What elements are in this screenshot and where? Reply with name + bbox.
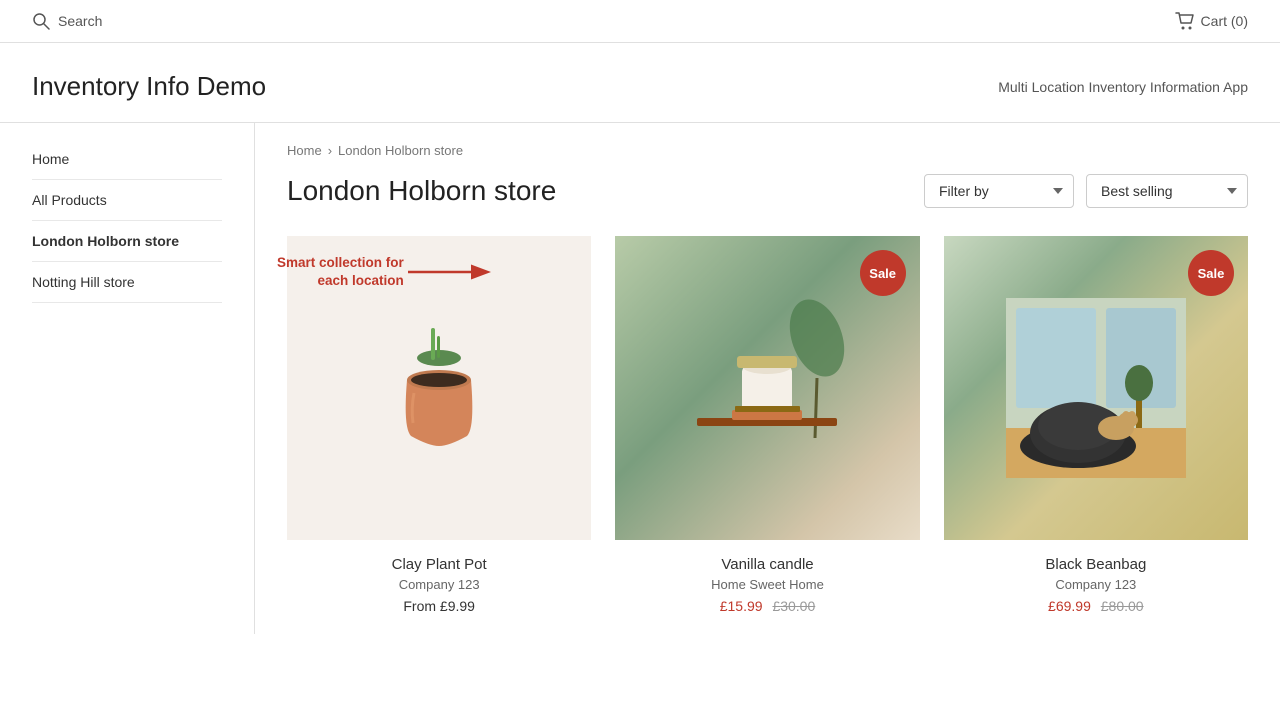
breadcrumb-separator: ›: [328, 143, 332, 158]
cart-button[interactable]: Cart (0): [1175, 12, 1248, 30]
product-card-beanbag[interactable]: Sale Black Beanbag Company 123 £69.99 £8…: [944, 236, 1248, 614]
price-original-candle: £30.00: [772, 598, 815, 614]
search-label: Search: [58, 13, 102, 29]
cart-label: Cart (0): [1201, 13, 1248, 29]
filter-controls: Filter by Best selling Price: Low to Hig…: [924, 174, 1248, 208]
cart-icon: [1175, 12, 1195, 30]
sidebar-item-london-holborn[interactable]: London Holborn store: [32, 221, 222, 262]
store-name: Inventory Info Demo: [32, 71, 266, 102]
search-button[interactable]: Search: [32, 12, 102, 30]
breadcrumb-home[interactable]: Home: [287, 143, 322, 158]
sidebar-item-home[interactable]: Home: [32, 143, 222, 180]
product-name-candle: Vanilla candle: [615, 556, 919, 573]
product-card-vanilla-candle[interactable]: Sale Vanilla candle Home Sweet Home £15.…: [615, 236, 919, 614]
product-name-clay-pot: Clay Plant Pot: [287, 556, 591, 573]
product-vendor-candle: Home Sweet Home: [615, 577, 919, 592]
candle-illustration: [677, 298, 857, 478]
collection-title: London Holborn store: [287, 175, 556, 207]
breadcrumb-current: London Holborn store: [338, 143, 463, 158]
products-grid: Smart collection foreach location: [287, 236, 1248, 614]
search-icon: [32, 12, 50, 30]
product-image-vanilla-candle: Sale: [615, 236, 919, 540]
filter-by-select[interactable]: Filter by: [924, 174, 1074, 208]
site-header: Search Cart (0): [0, 0, 1280, 43]
product-image-clay-pot: [287, 236, 591, 540]
price-sale-candle: £15.99: [720, 598, 763, 614]
sort-by-select[interactable]: Best selling Price: Low to High Price: H…: [1086, 174, 1248, 208]
clay-pot-illustration: [359, 308, 519, 468]
sale-badge-candle: Sale: [860, 250, 906, 296]
product-price-candle: £15.99 £30.00: [615, 598, 919, 614]
product-vendor-beanbag: Company 123: [944, 577, 1248, 592]
product-price-clay-pot: From £9.99: [287, 598, 591, 614]
store-title-bar: Inventory Info Demo Multi Location Inven…: [0, 43, 1280, 123]
product-price-beanbag: £69.99 £80.00: [944, 598, 1248, 614]
collection-header: London Holborn store Filter by Best sell…: [287, 174, 1248, 208]
product-vendor-clay-pot: Company 123: [287, 577, 591, 592]
sidebar-item-notting-hill[interactable]: Notting Hill store: [32, 262, 222, 303]
main-content: Home › London Holborn store London Holbo…: [255, 123, 1280, 634]
product-image-beanbag: Sale: [944, 236, 1248, 540]
breadcrumb: Home › London Holborn store: [287, 143, 1248, 158]
sidebar-nav: Home All Products London Holborn store N…: [32, 143, 222, 303]
price-original-beanbag: £80.00: [1101, 598, 1144, 614]
product-name-beanbag: Black Beanbag: [944, 556, 1248, 573]
sidebar-item-all-products[interactable]: All Products: [32, 180, 222, 221]
price-sale-beanbag: £69.99: [1048, 598, 1091, 614]
product-card-clay-pot[interactable]: Clay Plant Pot Company 123 From £9.99: [287, 236, 591, 614]
main-layout: Home All Products London Holborn store N…: [0, 123, 1280, 634]
sidebar: Home All Products London Holborn store N…: [0, 123, 255, 634]
beanbag-illustration: [1006, 298, 1186, 478]
app-name: Multi Location Inventory Information App: [998, 79, 1248, 95]
sale-badge-beanbag: Sale: [1188, 250, 1234, 296]
